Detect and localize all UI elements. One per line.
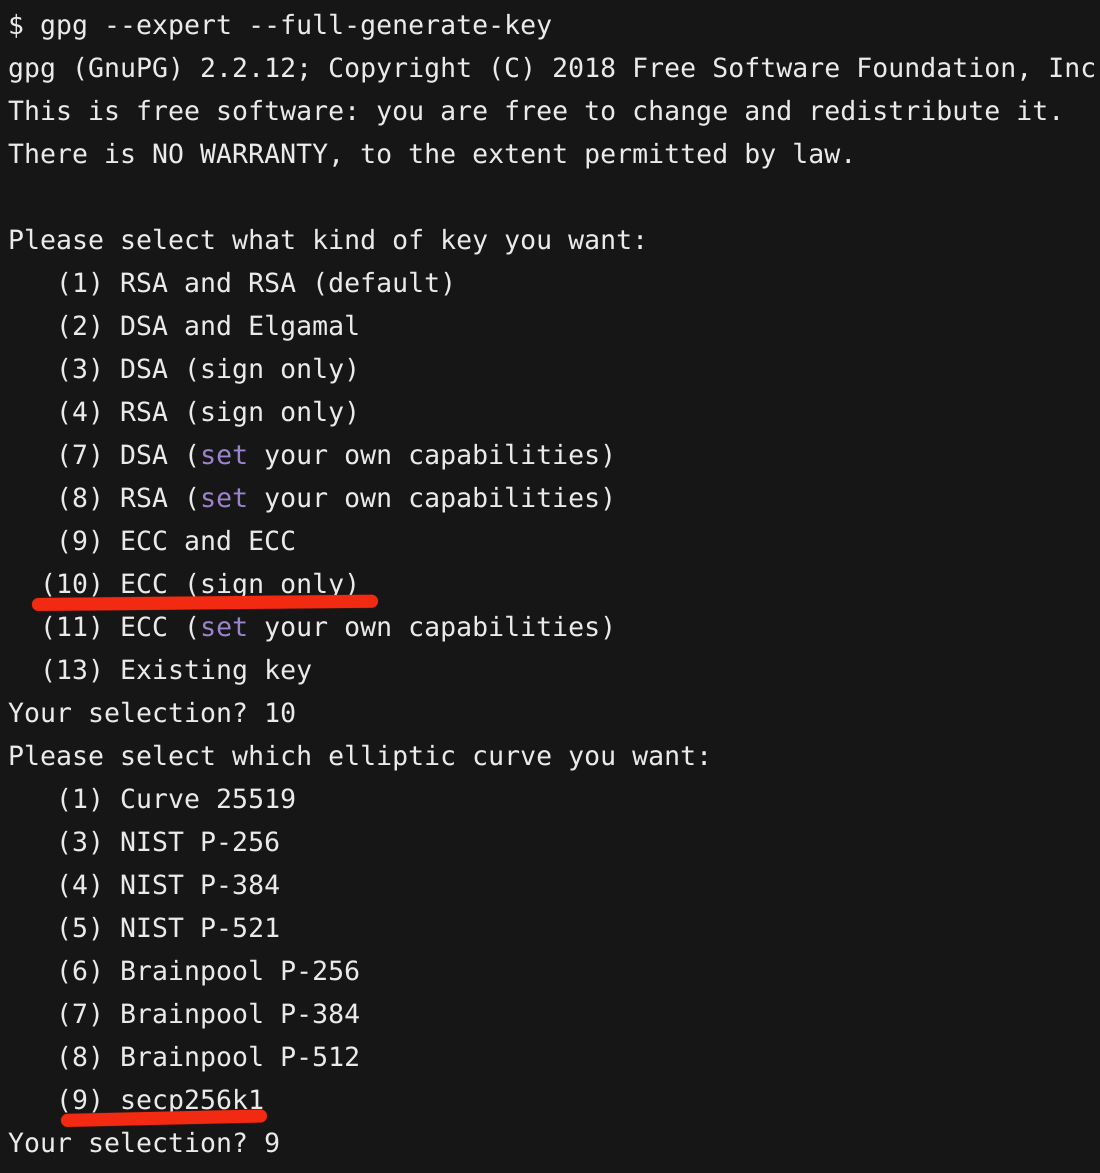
key-option-8: (8) RSA (set your own capabilities) <box>8 477 1100 520</box>
curve-option-4: (4) NIST P-384 <box>8 870 281 901</box>
key-option-9: (9) ECC and ECC <box>8 526 297 557</box>
blank-1 <box>8 176 1100 219</box>
key-option-7: (7) DSA (set your own capabilities) <box>8 434 1100 477</box>
keyword-set-highlight: set <box>200 612 249 643</box>
terminal-window[interactable]: $ gpg --expert --full-generate-key gpg (G… <box>0 0 1100 1173</box>
curve-option-6: (6) Brainpool P-256 <box>8 956 361 987</box>
key-option-2: (2) DSA and Elgamal <box>8 311 361 342</box>
key-option-3: (3) DSA (sign only) <box>8 354 361 385</box>
version-line: gpg (GnuPG) 2.2.12; Copyright (C) 2018 F… <box>8 53 1100 84</box>
key-option-4: (4) RSA (sign only) <box>8 397 361 428</box>
key-option-11: (11) ECC (set your own capabilities) <box>8 606 1100 649</box>
terminal-output: $ gpg --expert --full-generate-key gpg (G… <box>0 0 1100 1165</box>
line-text-segment: your own capabilities) <box>248 612 617 643</box>
keyword-set-highlight: set <box>200 483 249 514</box>
key-option-13: (13) Existing key <box>8 655 313 686</box>
curve-option-8: (8) Brainpool P-512 <box>8 1042 361 1073</box>
key-option-10: (10) ECC (sign only) <box>8 569 361 600</box>
curve-option-1: (1) Curve 25519 <box>8 784 297 815</box>
curve-option-5: (5) NIST P-521 <box>8 913 281 944</box>
line-text-segment: (11) ECC ( <box>8 612 201 643</box>
line-text-segment: (7) DSA ( <box>8 440 201 471</box>
keyword-set-highlight: set <box>200 440 249 471</box>
key-option-1: (1) RSA and RSA (default) <box>8 268 457 299</box>
license-line-1: This is free software: you are free to c… <box>8 96 1065 127</box>
curve-option-3: (3) NIST P-256 <box>8 827 281 858</box>
line-text-segment: your own capabilities) <box>248 483 617 514</box>
curve-option-7: (7) Brainpool P-384 <box>8 999 361 1030</box>
line-text-segment: your own capabilities) <box>248 440 617 471</box>
curve-option-9: (9) secp256k1 <box>8 1085 265 1116</box>
curve-selection-answer: Your selection? 9 <box>8 1128 281 1159</box>
license-line-2: There is NO WARRANTY, to the extent perm… <box>8 139 857 170</box>
curve-prompt: Please select which elliptic curve you w… <box>8 741 713 772</box>
key-selection-answer: Your selection? 10 <box>8 698 297 729</box>
line-text-segment: (8) RSA ( <box>8 483 201 514</box>
command-line: $ gpg --expert --full-generate-key <box>8 10 553 41</box>
key-kind-prompt: Please select what kind of key you want: <box>8 225 649 256</box>
